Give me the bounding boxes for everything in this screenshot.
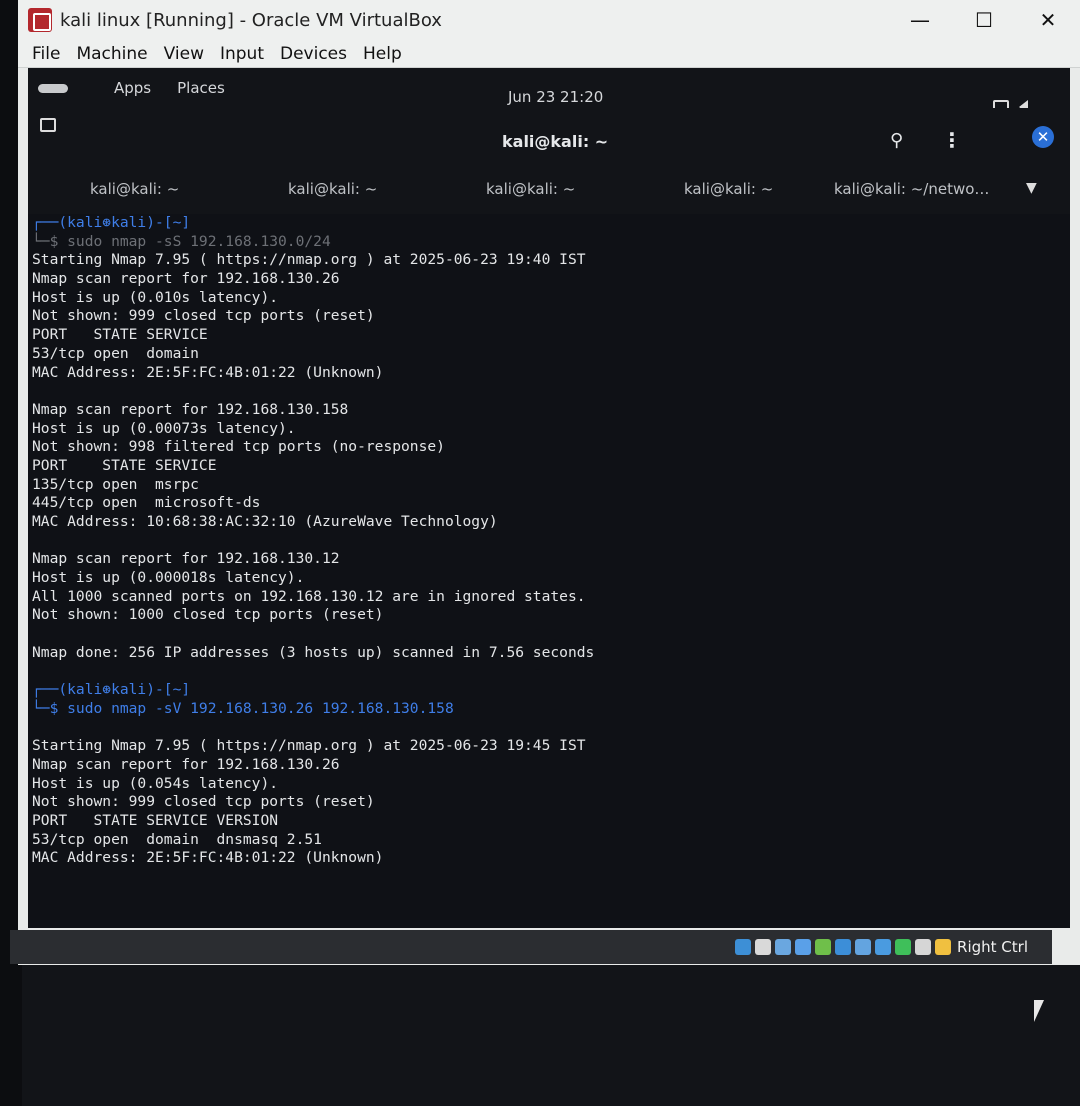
output-line: Not shown: 1000 closed tcp ports (reset) xyxy=(32,606,384,624)
output-line: 135/tcp open msrpc xyxy=(32,475,199,493)
mouse-cursor-icon xyxy=(1034,1000,1044,1022)
maximize-button[interactable]: ☐ xyxy=(952,0,1016,40)
terminal-close-icon[interactable]: ✕ xyxy=(1032,126,1054,148)
output-line: Not shown: 999 closed tcp ports (reset) xyxy=(32,307,375,325)
output-line: MAC Address: 2E:5F:FC:4B:01:22 (Unknown) xyxy=(32,849,384,867)
output-line: Nmap scan report for 192.168.130.26 xyxy=(32,270,340,288)
shared-folder-icon[interactable] xyxy=(835,939,852,955)
menu-machine[interactable]: Machine xyxy=(76,44,147,64)
command-text: └─$ sudo nmap -sV 192.168.130.26 192.168… xyxy=(32,699,454,717)
title-bar: kali linux [Running] - Oracle VM Virtual… xyxy=(18,0,1080,40)
output-line: 53/tcp open domain xyxy=(32,344,199,362)
output-line: Host is up (0.00073s latency). xyxy=(32,419,296,437)
recording-icon[interactable] xyxy=(875,939,892,955)
output-line: Nmap scan report for 192.168.130.12 xyxy=(32,550,340,568)
gnome-top-bar: Apps Places Jun 23 21:20 xyxy=(28,68,1070,114)
output-line: Nmap done: 256 IP addresses (3 hosts up)… xyxy=(32,643,595,661)
host-key-label: Right Ctrl xyxy=(957,938,1028,956)
window-controls: — ☐ ✕ xyxy=(888,0,1080,40)
menu-bar: File Machine View Input Devices Help xyxy=(18,40,1080,68)
prompt-text: ┌──(kali⊛kali)-[~] xyxy=(32,681,191,699)
virtualbox-window: kali linux [Running] - Oracle VM Virtual… xyxy=(18,0,1080,965)
terminal-tabs: kali@kali: ~ kali@kali: ~ kali@kali: ~ k… xyxy=(28,170,1070,214)
tab-5[interactable]: kali@kali: ~/netwo… xyxy=(834,180,989,198)
vm-status-bar: Right Ctrl xyxy=(10,930,1052,964)
tab-4[interactable]: kali@kali: ~ xyxy=(684,180,773,198)
menu-help[interactable]: Help xyxy=(363,44,402,64)
audio-icon[interactable] xyxy=(775,939,792,955)
output-line: MAC Address: 2E:5F:FC:4B:01:22 (Unknown) xyxy=(32,363,384,381)
output-line: Nmap scan report for 192.168.130.26 xyxy=(32,755,340,773)
command-line: └─$ sudo nmap -sV 192.168.130.26 192.168… xyxy=(32,700,1028,719)
display-icon[interactable] xyxy=(855,939,872,955)
tab-2[interactable]: kali@kali: ~ xyxy=(288,180,377,198)
output-line: 53/tcp open domain dnsmasq 2.51 xyxy=(32,830,322,848)
apps-menu[interactable]: Apps xyxy=(114,79,151,97)
output-line: All 1000 scanned ports on 192.168.130.12… xyxy=(32,587,586,605)
menu-input[interactable]: Input xyxy=(220,44,264,64)
output-line: PORT STATE SERVICE xyxy=(32,456,217,474)
usb-icon[interactable] xyxy=(815,939,832,955)
menu-kebab-icon[interactable]: ⋮ xyxy=(942,128,962,152)
prompt-line: ┌──(kali⊛kali)-[~] xyxy=(32,681,1028,700)
output-line: MAC Address: 10:68:38:AC:32:10 (AzureWav… xyxy=(32,513,498,530)
window-title: kali linux [Running] - Oracle VM Virtual… xyxy=(60,9,442,31)
close-button[interactable]: ✕ xyxy=(1016,0,1080,40)
cpu-icon[interactable] xyxy=(895,939,912,955)
menu-file[interactable]: File xyxy=(32,44,60,64)
terminal-output[interactable]: ┌──(kali⊛kali)-[~] └─$ sudo nmap -sS 192… xyxy=(28,214,1028,914)
search-icon[interactable]: ⚲ xyxy=(890,130,903,151)
command-line: └─$ sudo nmap -sS 192.168.130.0/24 xyxy=(32,232,331,250)
tab-3[interactable]: kali@kali: ~ xyxy=(486,180,575,198)
output-line: Host is up (0.010s latency). xyxy=(32,288,279,306)
guest-screen[interactable]: Apps Places Jun 23 21:20 kali@kali: ~ ⚲ … xyxy=(28,68,1070,928)
terminal-header: kali@kali: ~ ⚲ ⋮ ✕ xyxy=(28,108,1070,170)
prompt-line: ┌──(kali⊛kali)-[~] xyxy=(32,214,1028,233)
output-line: PORT STATE SERVICE xyxy=(32,326,208,344)
output-line: Starting Nmap 7.95 ( https://nmap.org ) … xyxy=(32,251,586,269)
output-line: Host is up (0.054s latency). xyxy=(32,774,279,792)
output-line: Not shown: 998 filtered tcp ports (no-re… xyxy=(32,438,445,456)
output-line: PORT STATE SERVICE VERSION xyxy=(32,812,279,829)
hard-disk-icon[interactable] xyxy=(735,939,752,955)
minimize-button[interactable]: — xyxy=(888,0,952,40)
chevron-down-icon[interactable]: ▼ xyxy=(1026,180,1037,196)
menu-view[interactable]: View xyxy=(164,44,204,64)
output-line: Starting Nmap 7.95 ( https://nmap.org ) … xyxy=(32,737,586,755)
keyboard-icon[interactable] xyxy=(935,939,952,955)
output-line: 445/tcp open microsoft-ds xyxy=(32,494,261,512)
network-icon[interactable] xyxy=(795,939,812,955)
mouse-integration-icon[interactable] xyxy=(915,939,932,955)
prompt-text: ┌──(kali⊛kali)-[~] xyxy=(32,214,191,231)
terminal-title: kali@kali: ~ xyxy=(502,132,609,151)
activities-indicator[interactable] xyxy=(38,83,68,93)
clock[interactable]: Jun 23 21:20 xyxy=(508,88,603,106)
places-menu[interactable]: Places xyxy=(177,79,225,97)
output-line: Not shown: 999 closed tcp ports (reset) xyxy=(32,793,375,811)
menu-devices[interactable]: Devices xyxy=(280,44,347,64)
tab-1[interactable]: kali@kali: ~ xyxy=(90,180,179,198)
virtualbox-app-icon xyxy=(28,8,52,32)
output-line: Host is up (0.000018s latency). xyxy=(32,569,305,587)
new-tab-icon[interactable] xyxy=(40,118,56,132)
optical-drive-icon[interactable] xyxy=(755,939,772,955)
output-line: Nmap scan report for 192.168.130.158 xyxy=(32,400,349,418)
